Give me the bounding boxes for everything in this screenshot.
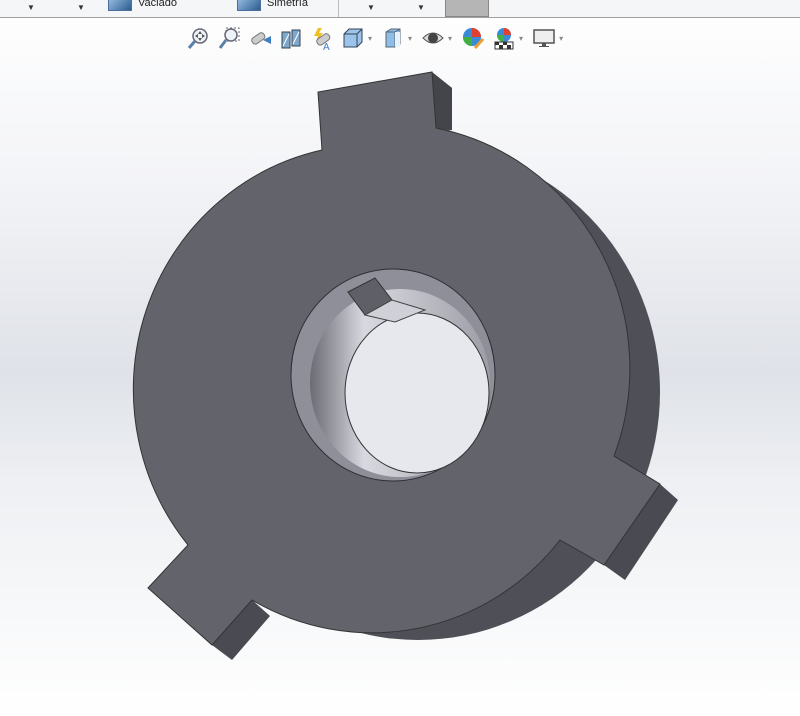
model-viewport[interactable] [0, 0, 800, 716]
through-hole [344, 312, 490, 474]
washer-part[interactable] [132, 71, 678, 660]
